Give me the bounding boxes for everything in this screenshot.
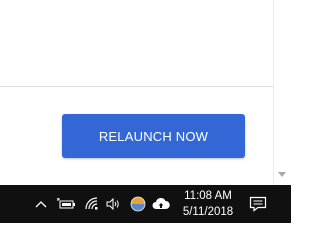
clock-date: 5/11/2018 — [182, 206, 234, 218]
chrome-profile-icon[interactable] — [129, 194, 147, 214]
notification-icon[interactable] — [248, 194, 268, 214]
windows-taskbar: 11:08 AM 5/11/2018 — [0, 185, 291, 223]
wifi-icon[interactable] — [83, 194, 101, 214]
dialog-footer: RELAUNCH NOW — [0, 87, 273, 185]
volume-icon[interactable] — [104, 194, 122, 214]
battery-icon[interactable] — [55, 194, 77, 214]
chevron-up-icon[interactable] — [34, 194, 48, 214]
scrollbar-track — [273, 0, 274, 185]
system-clock[interactable]: 11:08 AM 5/11/2018 — [176, 185, 240, 223]
clock-time: 11:08 AM — [184, 190, 232, 202]
relaunch-now-button[interactable]: RELAUNCH NOW — [62, 114, 245, 158]
vertical-scrollbar[interactable] — [273, 0, 291, 185]
scroll-down-arrow-icon[interactable] — [278, 172, 286, 177]
app-window: RELAUNCH NOW — [0, 0, 291, 185]
cloud-upload-icon[interactable] — [151, 194, 171, 214]
